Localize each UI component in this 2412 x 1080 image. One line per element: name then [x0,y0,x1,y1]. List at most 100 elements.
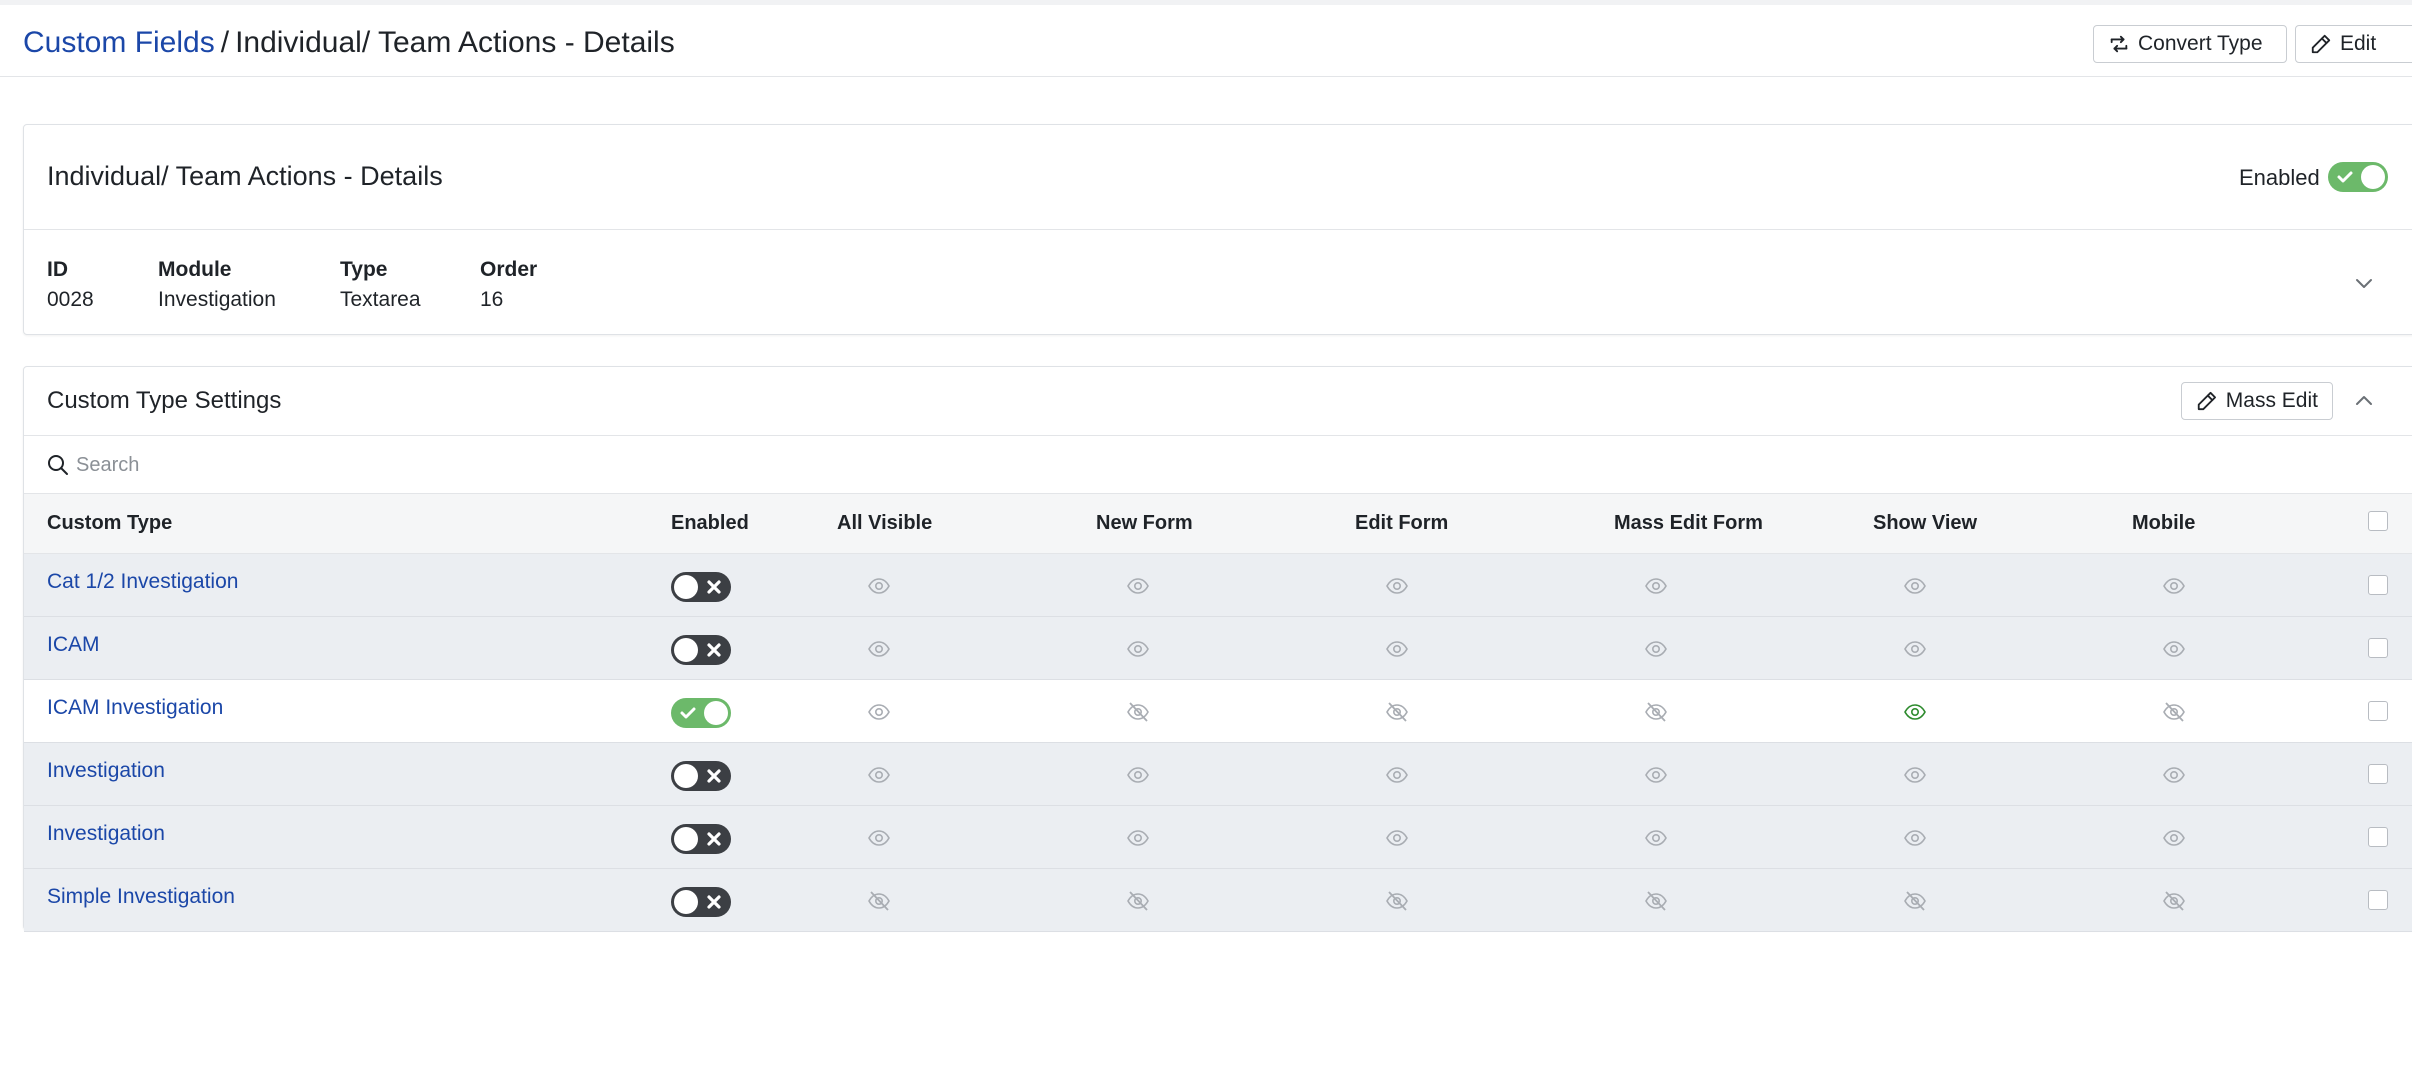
eye-icon[interactable] [1126,574,1150,598]
eye-icon[interactable] [1644,574,1668,598]
eye-icon[interactable] [2162,574,2186,598]
table-row: ICAM [24,617,2412,680]
table-header: Custom Type Enabled All Visible New Form… [24,494,2412,554]
column-all-visible[interactable]: All Visible [837,512,932,535]
meta-id: ID 0028 [47,255,94,315]
eye-slash-icon[interactable] [1126,889,1150,913]
row-checkbox[interactable] [2368,890,2388,910]
eye-icon[interactable] [1903,574,1927,598]
row-checkbox[interactable] [2368,575,2388,595]
eye-icon[interactable] [867,826,891,850]
eye-slash-icon[interactable] [1644,700,1668,724]
swap-arrows-icon [2110,35,2128,53]
column-mass-edit-form[interactable]: Mass Edit Form [1614,512,1763,535]
column-enabled[interactable]: Enabled [671,512,749,535]
chevron-up-icon[interactable] [2352,389,2376,413]
breadcrumb-separator: / [220,26,230,59]
eye-icon[interactable] [2162,826,2186,850]
eye-icon[interactable] [1385,637,1409,661]
select-all-checkbox[interactable] [2368,511,2388,531]
edit-button[interactable]: Edit [2295,25,2412,63]
settings-card-header: Custom Type Settings Mass Edit [24,367,2412,436]
edit-label: Edit [2340,32,2377,55]
chevron-down-icon[interactable] [2352,271,2376,295]
toggle-knob [674,638,698,662]
enabled-label: Enabled [2239,165,2320,190]
x-icon [707,643,721,657]
table-row: Investigation [24,806,2412,869]
x-icon [707,769,721,783]
eye-icon[interactable] [1644,637,1668,661]
custom-type-enabled-toggle[interactable] [671,887,731,917]
eye-icon[interactable] [1903,763,1927,787]
table-row: ICAM Investigation [24,680,2412,743]
row-checkbox[interactable] [2368,764,2388,784]
toggle-knob [674,575,698,599]
row-checkbox[interactable] [2368,827,2388,847]
eye-icon[interactable] [1903,700,1927,724]
breadcrumb: Custom Fields / Individual/ Team Actions -… [23,25,675,61]
eye-slash-icon[interactable] [1385,889,1409,913]
custom-type-enabled-toggle[interactable] [671,761,731,791]
meta-module: Module Investigation [158,255,276,315]
meta-order-value: 16 [480,288,504,311]
column-new-form[interactable]: New Form [1096,512,1193,535]
settings-title: Custom Type Settings [47,387,282,414]
eye-slash-icon[interactable] [867,889,891,913]
eye-icon[interactable] [1126,826,1150,850]
custom-type-settings-card: Custom Type Settings Mass Edit Custom Ty… [23,366,2412,932]
eye-icon[interactable] [1903,826,1927,850]
eye-icon[interactable] [1126,637,1150,661]
eye-icon[interactable] [1644,763,1668,787]
custom-type-link[interactable]: Cat 1/2 Investigation [47,570,238,594]
details-card: Individual/ Team Actions - Details Enabl… [23,124,2412,335]
breadcrumb-current: Individual/ Team Actions - Details [235,26,675,59]
eye-slash-icon[interactable] [1385,700,1409,724]
eye-slash-icon[interactable] [2162,889,2186,913]
eye-slash-icon[interactable] [1126,700,1150,724]
mass-edit-button[interactable]: Mass Edit [2181,382,2333,420]
table-row: Cat 1/2 Investigation [24,554,2412,617]
column-mobile[interactable]: Mobile [2132,512,2195,535]
meta-type-label: Type [340,258,388,281]
breadcrumb-custom-fields-link[interactable]: Custom Fields [23,26,215,59]
eye-icon[interactable] [1385,763,1409,787]
custom-type-enabled-toggle[interactable] [671,698,731,728]
custom-type-link[interactable]: ICAM [47,633,100,657]
row-checkbox[interactable] [2368,701,2388,721]
eye-icon[interactable] [867,574,891,598]
toggle-knob [674,827,698,851]
eye-icon[interactable] [1385,826,1409,850]
eye-icon[interactable] [2162,763,2186,787]
eye-icon[interactable] [1644,826,1668,850]
eye-slash-icon[interactable] [1903,889,1927,913]
eye-icon[interactable] [1126,763,1150,787]
eye-icon[interactable] [867,763,891,787]
field-enabled-toggle[interactable] [2328,162,2388,192]
custom-type-link[interactable]: Investigation [47,822,165,846]
eye-icon[interactable] [1903,637,1927,661]
search-bar [24,436,2412,494]
column-edit-form[interactable]: Edit Form [1355,512,1448,535]
column-custom-type[interactable]: Custom Type [47,512,172,535]
eye-icon[interactable] [867,637,891,661]
custom-type-enabled-toggle[interactable] [671,635,731,665]
custom-type-link[interactable]: Simple Investigation [47,885,235,909]
table-row: Simple Investigation [24,869,2412,932]
eye-icon[interactable] [867,700,891,724]
custom-type-link[interactable]: ICAM Investigation [47,696,223,720]
mass-edit-label: Mass Edit [2225,389,2318,412]
eye-slash-icon[interactable] [2162,700,2186,724]
custom-type-link[interactable]: Investigation [47,759,165,783]
search-input[interactable] [76,448,876,482]
custom-type-enabled-toggle[interactable] [671,572,731,602]
eye-icon[interactable] [1385,574,1409,598]
eye-icon[interactable] [2162,637,2186,661]
eye-slash-icon[interactable] [1644,889,1668,913]
x-icon [707,832,721,846]
row-checkbox[interactable] [2368,638,2388,658]
column-show-view[interactable]: Show View [1873,512,1977,535]
pencil-icon [2197,391,2216,411]
convert-type-button[interactable]: Convert Type [2093,25,2287,63]
custom-type-enabled-toggle[interactable] [671,824,731,854]
